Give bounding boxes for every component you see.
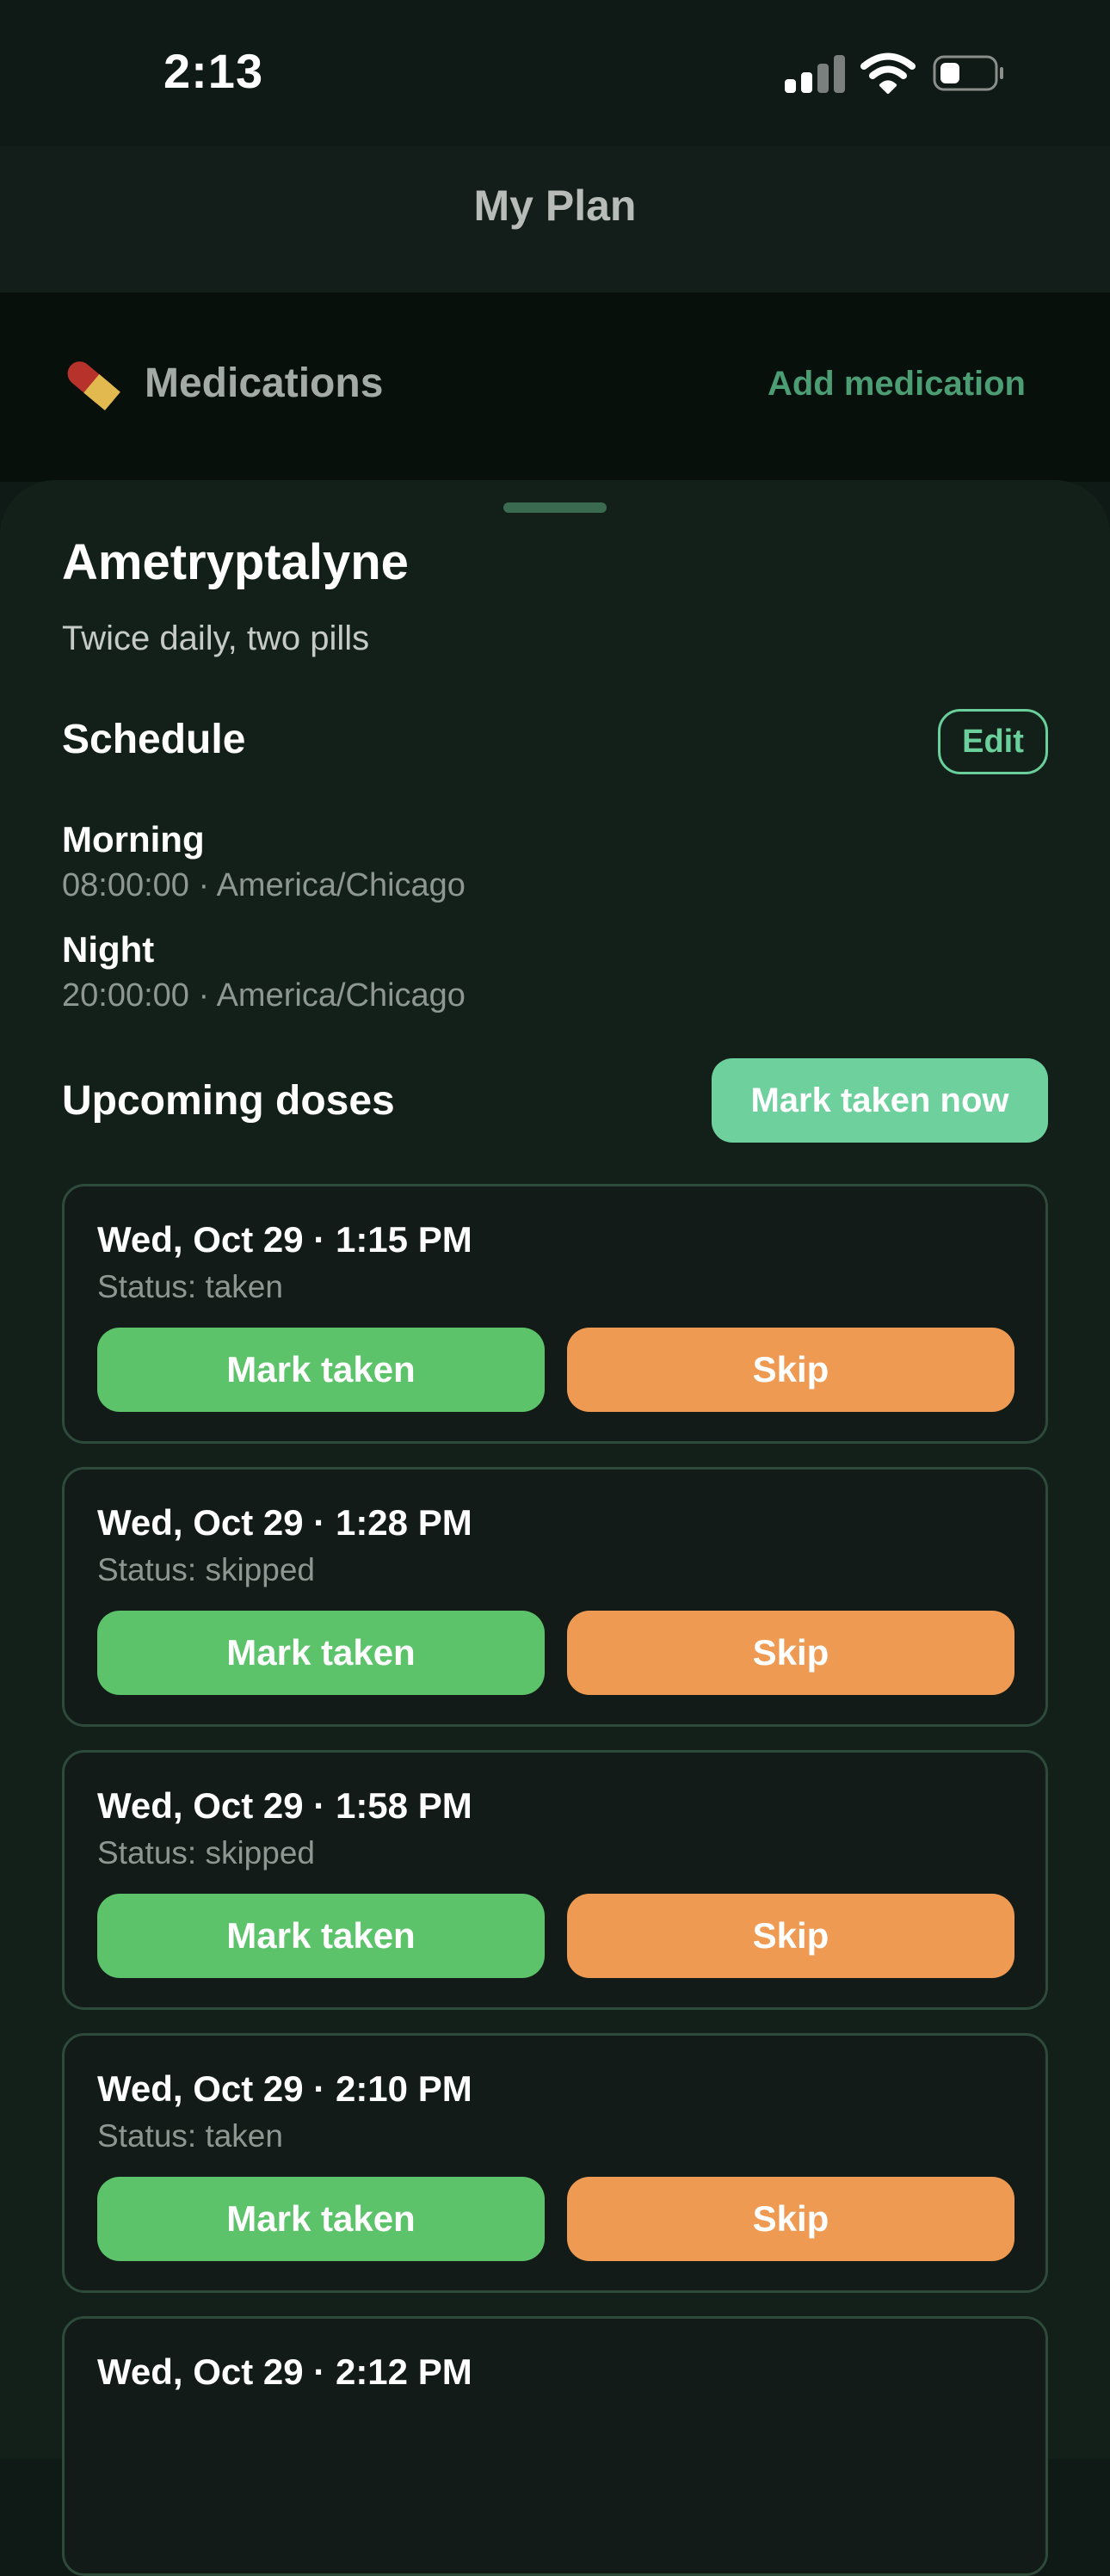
status-bar: 2:13 — [0, 0, 1110, 146]
add-medication-link[interactable]: Add medication — [768, 365, 1026, 404]
skip-button[interactable]: Skip — [567, 1894, 1014, 1978]
dose-status: Status: skipped — [97, 1552, 315, 1587]
schedule-morning-label: Morning — [62, 819, 205, 860]
signal-icon — [785, 53, 847, 93]
dose-status: Status: skipped — [97, 1835, 315, 1870]
mark-taken-button[interactable]: Mark taken — [97, 1894, 545, 1978]
dose-card: Wed, Oct 29 · 2:12 PM — [62, 2316, 1048, 2576]
dose-date: Wed, Oct 29 · 1:15 PM — [97, 1219, 472, 1260]
dose-date: Wed, Oct 29 · 1:28 PM — [97, 1502, 472, 1543]
medications-heading: Medications — [145, 361, 384, 406]
dose-status: Status: taken — [97, 1269, 283, 1304]
sheet-grabber[interactable] — [503, 502, 607, 513]
schedule-night-time: 20:00:00 · America/Chicago — [62, 977, 466, 1014]
dose-card: Wed, Oct 29 · 1:15 PM Status: taken Mark… — [62, 1184, 1048, 1444]
battery-icon — [933, 55, 1003, 91]
pill-icon — [67, 361, 120, 411]
skip-button[interactable]: Skip — [567, 1611, 1014, 1695]
mark-taken-button[interactable]: Mark taken — [97, 1328, 545, 1412]
mark-taken-now-button[interactable]: Mark taken now — [712, 1058, 1048, 1143]
medication-name: Ametryptalyne — [62, 534, 409, 590]
mark-taken-button[interactable]: Mark taken — [97, 1611, 545, 1695]
dose-date: Wed, Oct 29 · 1:58 PM — [97, 1785, 472, 1826]
dose-card: Wed, Oct 29 · 2:10 PM Status: taken Mark… — [62, 2033, 1048, 2293]
dose-card: Wed, Oct 29 · 1:28 PM Status: skipped Ma… — [62, 1467, 1048, 1727]
wifi-icon — [860, 52, 916, 94]
dose-status: Status: taken — [97, 2118, 283, 2154]
schedule-title: Schedule — [62, 717, 246, 762]
dose-date: Wed, Oct 29 · 2:10 PM — [97, 2068, 472, 2109]
upcoming-doses-title: Upcoming doses — [62, 1078, 395, 1124]
status-time: 2:13 — [163, 44, 264, 98]
page-title: My Plan — [473, 182, 637, 230]
medication-description: Twice daily, two pills — [62, 619, 370, 657]
skip-button[interactable]: Skip — [567, 2177, 1014, 2261]
schedule-night-label: Night — [62, 929, 155, 970]
edit-schedule-button[interactable]: Edit — [938, 709, 1048, 774]
skip-button[interactable]: Skip — [567, 1328, 1014, 1412]
mark-taken-button[interactable]: Mark taken — [97, 2177, 545, 2261]
dose-date: Wed, Oct 29 · 2:12 PM — [97, 2351, 472, 2392]
schedule-morning-time: 08:00:00 · America/Chicago — [62, 867, 466, 903]
dose-card: Wed, Oct 29 · 1:58 PM Status: skipped Ma… — [62, 1750, 1048, 2010]
